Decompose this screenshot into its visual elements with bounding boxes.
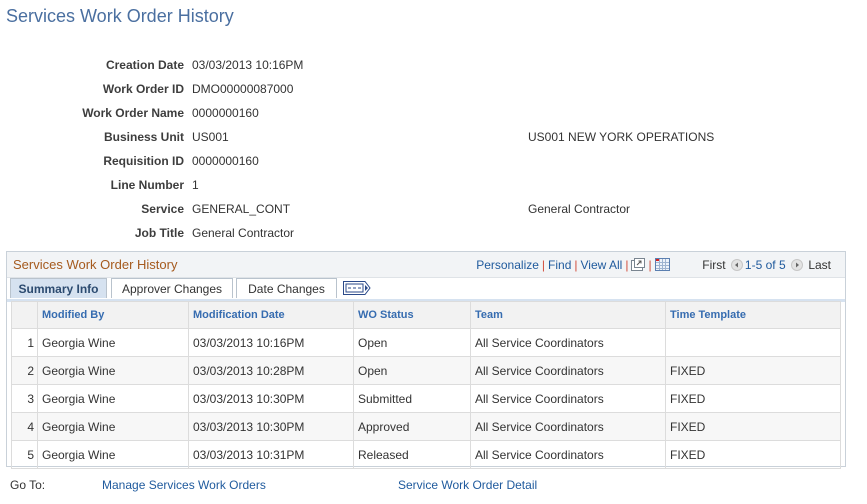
cell-team: All Service Coordinators — [470, 440, 666, 469]
field-line-number: Line Number 1 — [0, 175, 199, 195]
prev-icon[interactable] — [730, 259, 743, 271]
first-label: First — [702, 258, 726, 272]
row-number: 2 — [11, 356, 38, 385]
cell-modification-date: 03/03/2013 10:28PM — [188, 356, 354, 385]
cell-wo-status: Released — [353, 440, 471, 469]
field-label: Work Order ID — [102, 82, 184, 96]
cell-time-template: FIXED — [665, 356, 841, 385]
cell-modified-by: Georgia Wine — [37, 356, 189, 385]
table-row: 4 Georgia Wine 03/03/2013 10:30PM Approv… — [11, 412, 841, 441]
tab-approver-changes[interactable]: Approver Changes — [111, 278, 233, 298]
cell-modified-by: Georgia Wine — [37, 384, 189, 413]
goto-label: Go To: — [10, 478, 46, 492]
cell-modification-date: 03/03/2013 10:31PM — [188, 440, 354, 469]
field-job-title: Job Title General Contractor — [0, 223, 294, 243]
grid-navigation: Personalize | Find | View All | | First 1-5 of… — [476, 258, 831, 274]
history-grid: Services Work Order History Personalize |… — [6, 251, 846, 469]
column-header-modification-date[interactable]: Modification Date — [188, 301, 354, 329]
cell-team: All Service Coordinators — [470, 384, 666, 413]
cell-team: All Service Coordinators — [470, 412, 666, 441]
find-link[interactable]: Find — [548, 258, 571, 272]
tab-summary-info[interactable]: Summary Info — [10, 278, 107, 298]
field-work-order-id: Work Order ID DMO00000087000 — [0, 79, 294, 99]
table-header-row: Modified By Modification Date WO Status … — [11, 301, 841, 329]
row-range: 1-5 of 5 — [744, 258, 786, 272]
row-number: 3 — [11, 384, 38, 413]
grid-tabs: Summary Info Approver Changes Date Chang… — [7, 277, 845, 302]
column-header-team[interactable]: Team — [470, 301, 666, 329]
cell-team: All Service Coordinators — [470, 356, 666, 385]
column-header-wo-status[interactable]: WO Status — [353, 301, 471, 329]
cell-wo-status: Submitted — [353, 384, 471, 413]
field-label: Job Title — [134, 226, 184, 240]
column-header-modified-by[interactable]: Modified By — [37, 301, 189, 329]
download-spreadsheet-icon[interactable] — [654, 258, 670, 274]
service-description: General Contractor — [528, 202, 631, 216]
tab-date-changes[interactable]: Date Changes — [236, 278, 337, 298]
cell-wo-status: Open — [353, 356, 471, 385]
manage-services-work-orders-link[interactable]: Manage Services Work Orders — [102, 478, 266, 492]
field-label: Business Unit — [103, 130, 184, 144]
field-value: 0000000160 — [192, 154, 259, 168]
cell-time-template: FIXED — [665, 384, 841, 413]
show-all-columns-icon[interactable] — [343, 281, 371, 298]
field-label: Service — [141, 202, 184, 216]
field-business-unit: Business Unit US001 — [0, 127, 229, 147]
cell-modification-date: 03/03/2013 10:30PM — [188, 384, 354, 413]
field-value: 0000000160 — [192, 106, 259, 120]
cell-modified-by: Georgia Wine — [37, 412, 189, 441]
field-value: 03/03/2013 10:16PM — [192, 58, 304, 72]
field-creation-date: Creation Date 03/03/2013 10:16PM — [0, 55, 303, 75]
cell-time-template: FIXED — [665, 440, 841, 469]
grid-title: Services Work Order History — [13, 257, 178, 272]
field-value: General Contractor — [192, 226, 295, 240]
view-all-link[interactable]: View All — [581, 258, 623, 272]
next-icon[interactable] — [790, 259, 803, 271]
field-work-order-name: Work Order Name 0000000160 — [0, 103, 259, 123]
cell-modified-by: Georgia Wine — [37, 440, 189, 469]
separator: | — [541, 258, 546, 272]
zoom-grid-icon[interactable] — [631, 258, 646, 274]
separator: | — [648, 258, 652, 272]
business-unit-description: US001 NEW YORK OPERATIONS — [528, 130, 715, 144]
table-row: 2 Georgia Wine 03/03/2013 10:28PM Open A… — [11, 356, 841, 385]
personalize-link[interactable]: Personalize — [476, 258, 539, 272]
last-label: Last — [808, 258, 831, 272]
table-row: 5 Georgia Wine 03/03/2013 10:31PM Releas… — [11, 440, 841, 469]
column-header-rownum — [11, 301, 38, 329]
cell-modified-by: Georgia Wine — [37, 328, 189, 357]
cell-modification-date: 03/03/2013 10:16PM — [188, 328, 354, 357]
grid-header: Services Work Order History Personalize |… — [7, 252, 845, 278]
table-row: 1 Georgia Wine 03/03/2013 10:16PM Open A… — [11, 328, 841, 357]
row-number: 1 — [11, 328, 38, 357]
cell-team: All Service Coordinators — [470, 328, 666, 357]
field-requisition-id: Requisition ID 0000000160 — [0, 151, 258, 171]
service-work-order-detail-link[interactable]: Service Work Order Detail — [398, 478, 537, 492]
field-value: 1 — [192, 178, 199, 192]
history-table: Modified By Modification Date WO Status … — [11, 301, 841, 469]
table-row: 3 Georgia Wine 03/03/2013 10:30PM Submit… — [11, 384, 841, 413]
field-label: Creation Date — [105, 58, 184, 72]
separator: | — [625, 258, 629, 272]
row-number: 4 — [11, 412, 38, 441]
page-title: Services Work Order History — [6, 6, 234, 26]
cell-time-template: FIXED — [665, 412, 841, 441]
separator: | — [574, 258, 578, 272]
field-label: Line Number — [110, 178, 184, 192]
field-value: GENERAL_CONT — [192, 202, 291, 216]
field-value: US001 — [192, 130, 229, 144]
column-header-time-template[interactable]: Time Template — [665, 301, 841, 329]
cell-wo-status: Approved — [353, 412, 471, 441]
field-label: Work Order Name — [82, 106, 184, 120]
field-service: Service GENERAL_CONT — [0, 199, 290, 219]
row-number: 5 — [11, 440, 38, 469]
field-label: Requisition ID — [103, 154, 184, 168]
cell-time-template — [665, 328, 841, 357]
field-value: DMO00000087000 — [192, 82, 294, 96]
cell-modification-date: 03/03/2013 10:30PM — [188, 412, 354, 441]
cell-wo-status: Open — [353, 328, 471, 357]
